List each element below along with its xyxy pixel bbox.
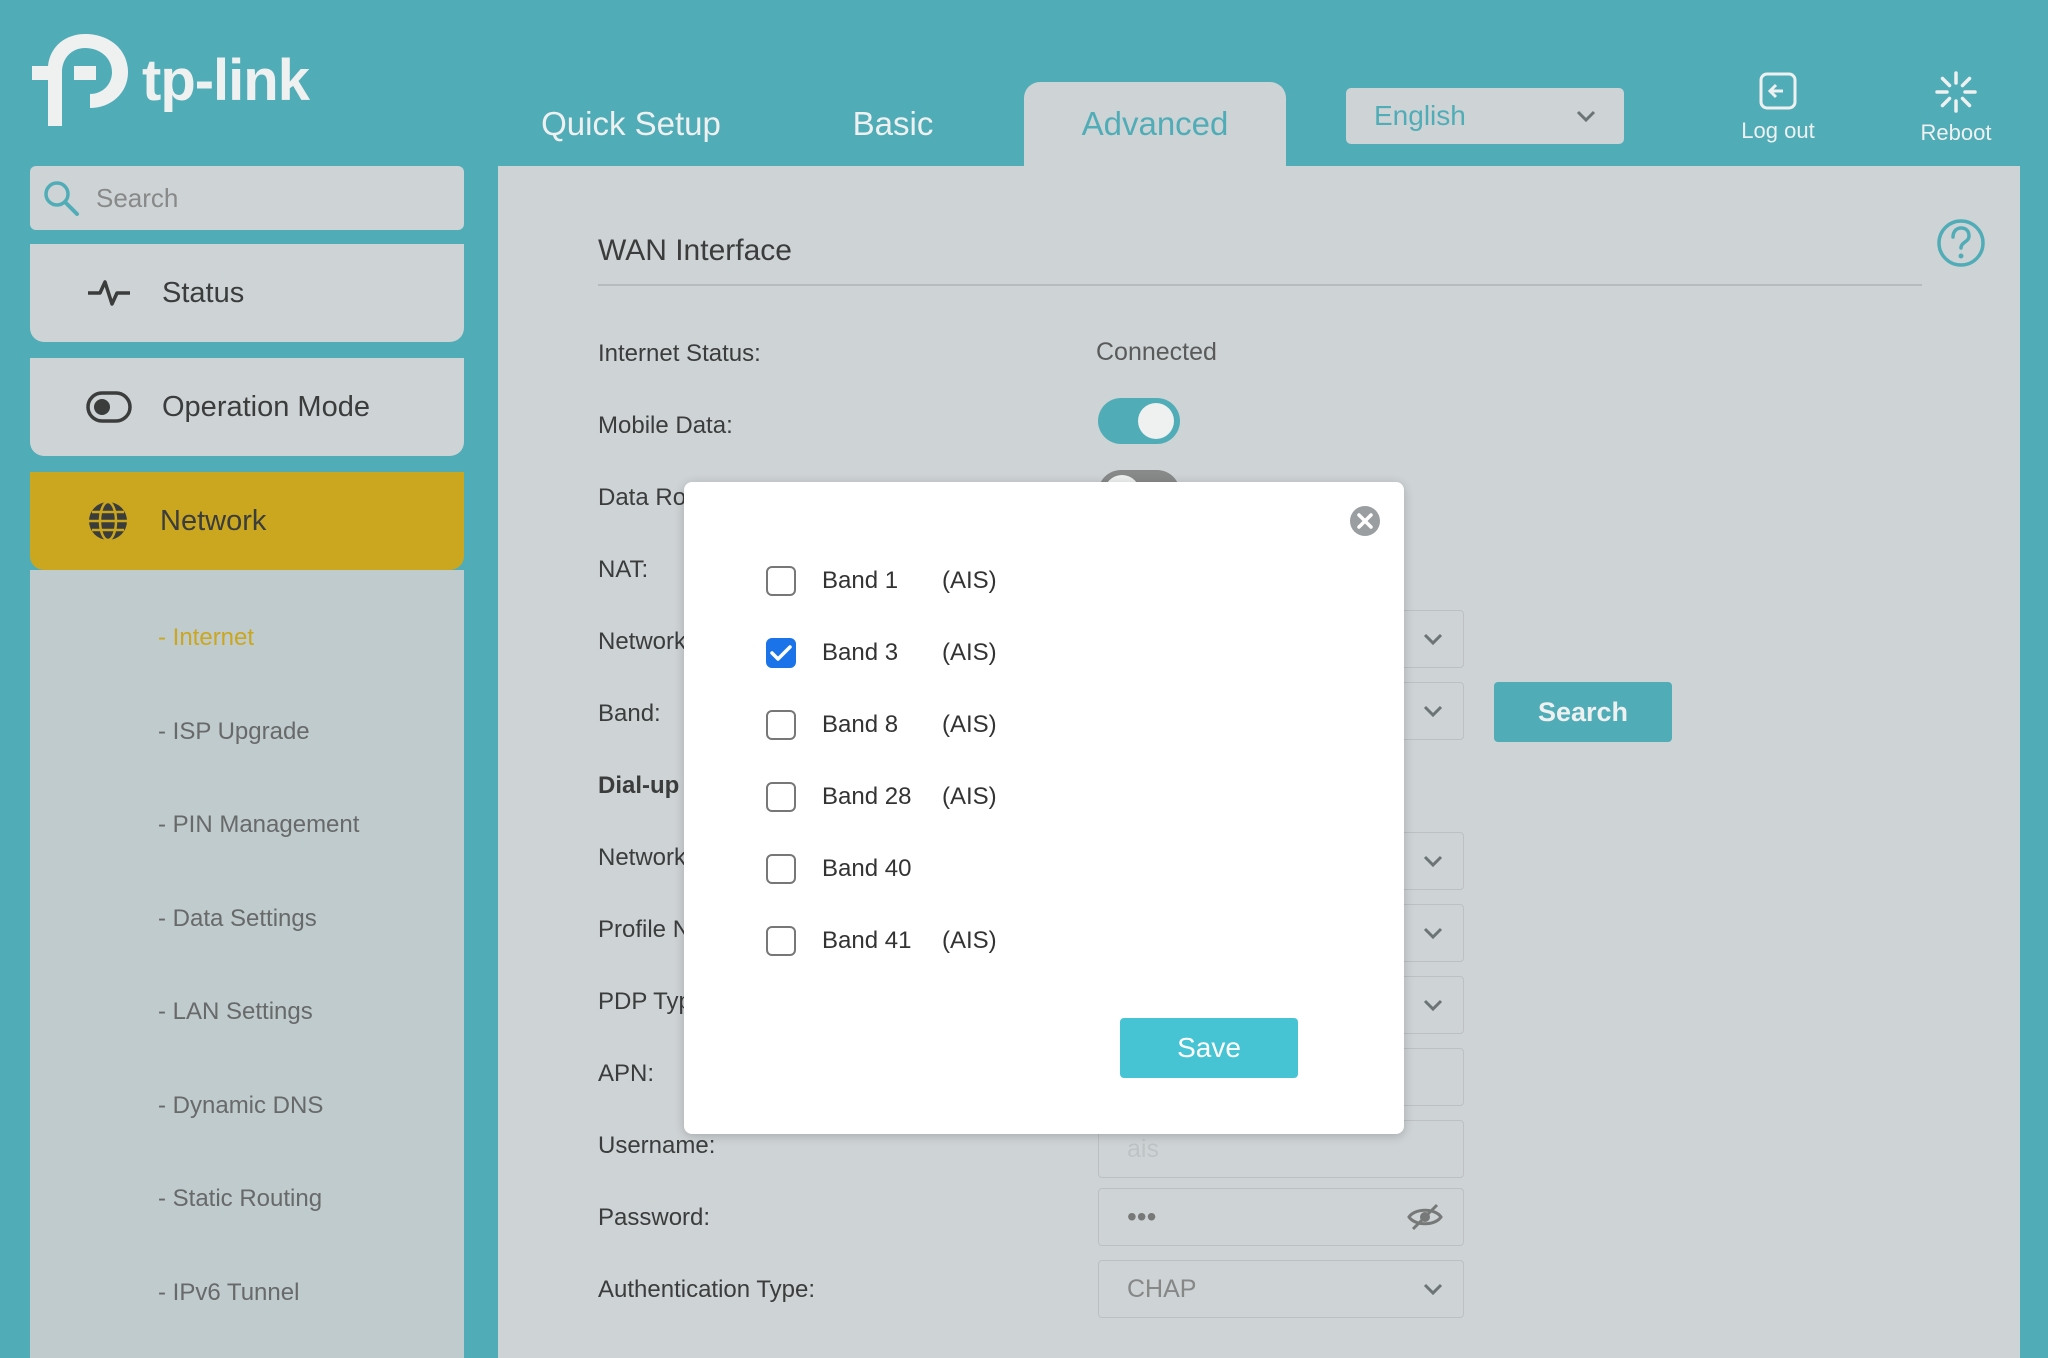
band-option-1[interactable]: Band 1 (AIS) xyxy=(766,566,997,596)
band-operator: (AIS) xyxy=(942,639,997,666)
band-name: Band 1 xyxy=(822,567,899,594)
band-operator: (AIS) xyxy=(942,711,997,738)
band-option-8[interactable]: Band 8 (AIS) xyxy=(766,710,997,740)
close-icon xyxy=(1350,506,1380,536)
band-name: Band 3 xyxy=(822,639,899,666)
band-name: Band 28 xyxy=(822,783,912,810)
band-option-41[interactable]: Band 41 (AIS) xyxy=(766,926,997,956)
band-checkbox[interactable] xyxy=(766,710,796,740)
band-name: Band 40 xyxy=(822,855,912,882)
band-selection-dialog: Band 1 (AIS) Band 3 (AIS) Band 8 (AIS) B… xyxy=(684,482,1404,1134)
band-checkbox[interactable] xyxy=(766,854,796,884)
band-operator: (AIS) xyxy=(942,783,997,810)
band-checkbox[interactable] xyxy=(766,566,796,596)
band-option-40[interactable]: Band 40 xyxy=(766,854,942,884)
band-option-3[interactable]: Band 3 (AIS) xyxy=(766,638,997,668)
save-button[interactable]: Save xyxy=(1120,1018,1298,1078)
band-name: Band 41 xyxy=(822,927,912,954)
band-checkbox[interactable] xyxy=(766,638,796,668)
band-checkbox[interactable] xyxy=(766,782,796,812)
band-option-28[interactable]: Band 28 (AIS) xyxy=(766,782,997,812)
band-name: Band 8 xyxy=(822,711,899,738)
band-checkbox[interactable] xyxy=(766,926,796,956)
checkmark-icon xyxy=(770,645,792,661)
band-operator: (AIS) xyxy=(942,567,997,594)
band-operator: (AIS) xyxy=(942,927,997,954)
close-button[interactable] xyxy=(1348,504,1382,543)
